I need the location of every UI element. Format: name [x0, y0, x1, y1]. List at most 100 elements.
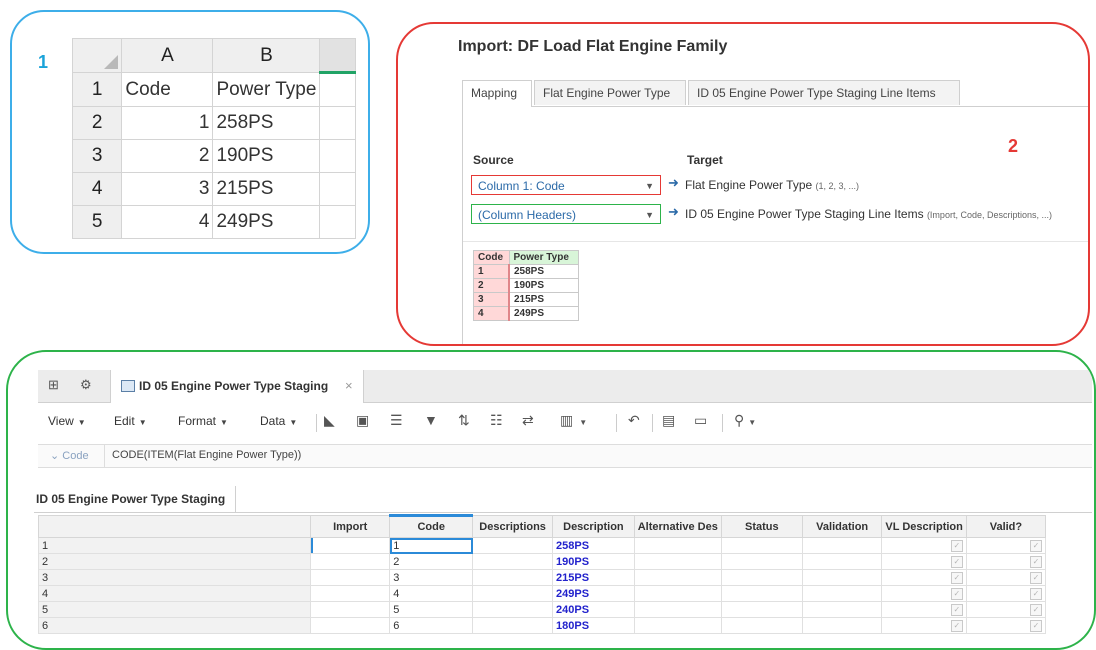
validation-cell[interactable]: [801, 553, 883, 570]
cell[interactable]: 190PS: [212, 139, 321, 173]
validation-cell[interactable]: [801, 617, 883, 634]
descriptions-cell[interactable]: [472, 617, 554, 634]
descriptions-cell[interactable]: [472, 569, 554, 586]
description-cell[interactable]: 190PS: [552, 553, 635, 570]
row-label[interactable]: 5: [38, 601, 312, 618]
menu-edit[interactable]: Edit ▼: [114, 414, 147, 428]
status-cell[interactable]: [720, 617, 803, 634]
column-header-alternative-des[interactable]: Alternative Des: [633, 515, 722, 538]
descriptions-cell[interactable]: [472, 537, 554, 554]
description-cell[interactable]: 249PS: [552, 585, 635, 602]
sort-icon[interactable]: ⇅: [458, 412, 470, 429]
column-header-vl-description[interactable]: VL Description: [881, 515, 967, 538]
row-label[interactable]: 3: [38, 569, 312, 586]
column-header-validation[interactable]: Validation: [801, 515, 883, 538]
checkbox[interactable]: ✓: [950, 620, 963, 632]
view-tab[interactable]: ID 05 Engine Power Type Staging: [34, 486, 237, 512]
insert-icon[interactable]: ▣: [356, 412, 369, 429]
checkbox[interactable]: ✓: [950, 572, 963, 584]
column-header-descriptions[interactable]: Descriptions: [472, 515, 554, 538]
source-select-column-headers[interactable]: (Column Headers) ▼: [471, 204, 661, 224]
cell[interactable]: 1: [121, 106, 214, 140]
filter-icon[interactable]: ▼: [424, 412, 438, 428]
vl-description-cell[interactable]: ✓: [881, 537, 967, 554]
menu-format[interactable]: Format ▼: [178, 414, 228, 428]
cell[interactable]: 3: [121, 172, 214, 206]
valid-cell[interactable]: ✓: [965, 553, 1046, 570]
column-header-import[interactable]: Import: [310, 515, 391, 538]
columns-icon[interactable]: ☷: [490, 412, 503, 429]
checkbox[interactable]: ✓: [950, 588, 963, 600]
formula-text[interactable]: CODE(ITEM(Flat Engine Power Type)): [112, 449, 301, 461]
import-cell[interactable]: [310, 537, 391, 554]
select-all-corner[interactable]: [72, 38, 123, 73]
alternative-cell[interactable]: [633, 601, 722, 618]
cell[interactable]: [319, 205, 356, 239]
column-header-b[interactable]: B: [212, 38, 321, 73]
vl-description-cell[interactable]: ✓: [881, 553, 967, 570]
code-cell[interactable]: 6: [389, 617, 474, 634]
checkbox[interactable]: ✓: [1030, 572, 1042, 584]
vl-description-cell[interactable]: ✓: [881, 601, 967, 618]
cell[interactable]: [319, 172, 356, 206]
valid-cell[interactable]: ✓: [965, 617, 1046, 634]
code-cell[interactable]: 5: [389, 601, 474, 618]
alternative-cell[interactable]: [633, 553, 722, 570]
row-label[interactable]: 2: [38, 553, 312, 570]
descriptions-cell[interactable]: [472, 553, 554, 570]
chart-icon[interactable]: ▥ ▼: [560, 412, 587, 429]
column-header-valid[interactable]: Valid?: [965, 515, 1046, 538]
cell[interactable]: Power Type: [212, 72, 321, 107]
cell[interactable]: 215PS: [212, 172, 321, 206]
cell[interactable]: 258PS: [212, 106, 321, 140]
checkbox[interactable]: ✓: [1030, 588, 1042, 600]
status-cell[interactable]: [720, 569, 803, 586]
row-label[interactable]: 1: [38, 537, 312, 554]
export-icon[interactable]: ▭: [694, 412, 707, 429]
status-cell[interactable]: [720, 537, 803, 554]
menu-view[interactable]: View ▼: [48, 414, 86, 428]
code-cell[interactable]: 4: [389, 585, 474, 602]
row-header[interactable]: 2: [72, 106, 123, 140]
freeze-icon[interactable]: ▤: [662, 412, 675, 429]
import-cell[interactable]: [310, 553, 391, 570]
descriptions-cell[interactable]: [472, 585, 554, 602]
alternative-cell[interactable]: [633, 585, 722, 602]
code-cell[interactable]: 1: [389, 537, 474, 554]
cell[interactable]: 249PS: [212, 205, 321, 239]
gear-icon[interactable]: ⚙: [80, 377, 92, 393]
search-icon[interactable]: ⚲ ▼: [734, 412, 756, 429]
menu-data[interactable]: Data ▼: [260, 414, 297, 428]
cell[interactable]: Code: [121, 72, 214, 107]
tab-mapping[interactable]: Mapping: [462, 80, 532, 107]
code-cell[interactable]: 2: [389, 553, 474, 570]
alternative-cell[interactable]: [633, 537, 722, 554]
cell[interactable]: [319, 106, 356, 140]
status-cell[interactable]: [720, 601, 803, 618]
descriptions-cell[interactable]: [472, 601, 554, 618]
checkbox[interactable]: ✓: [1030, 540, 1042, 552]
vl-description-cell[interactable]: ✓: [881, 569, 967, 586]
description-cell[interactable]: 215PS: [552, 569, 635, 586]
column-header-a[interactable]: A: [121, 38, 214, 73]
row-header[interactable]: 5: [72, 205, 123, 239]
hierarchy-icon[interactable]: ⊞: [48, 377, 59, 393]
align-icon[interactable]: ☰: [390, 412, 403, 429]
tab-flat-engine-power-type[interactable]: Flat Engine Power Type: [534, 80, 686, 105]
cell[interactable]: 4: [121, 205, 214, 239]
valid-cell[interactable]: ✓: [965, 537, 1046, 554]
row-label[interactable]: 4: [38, 585, 312, 602]
valid-cell[interactable]: ✓: [965, 569, 1046, 586]
alternative-cell[interactable]: [633, 569, 722, 586]
row-header[interactable]: 4: [72, 172, 123, 206]
description-cell[interactable]: 240PS: [552, 601, 635, 618]
row-header[interactable]: 1: [72, 72, 123, 107]
validation-cell[interactable]: [801, 537, 883, 554]
import-cell[interactable]: [310, 601, 391, 618]
cell[interactable]: [319, 72, 356, 107]
vl-description-cell[interactable]: ✓: [881, 617, 967, 634]
formula-line-item[interactable]: ⌄ Code: [50, 449, 89, 462]
checkbox[interactable]: ✓: [1030, 556, 1042, 568]
pivot-icon[interactable]: ◣: [324, 412, 335, 429]
vl-description-cell[interactable]: ✓: [881, 585, 967, 602]
